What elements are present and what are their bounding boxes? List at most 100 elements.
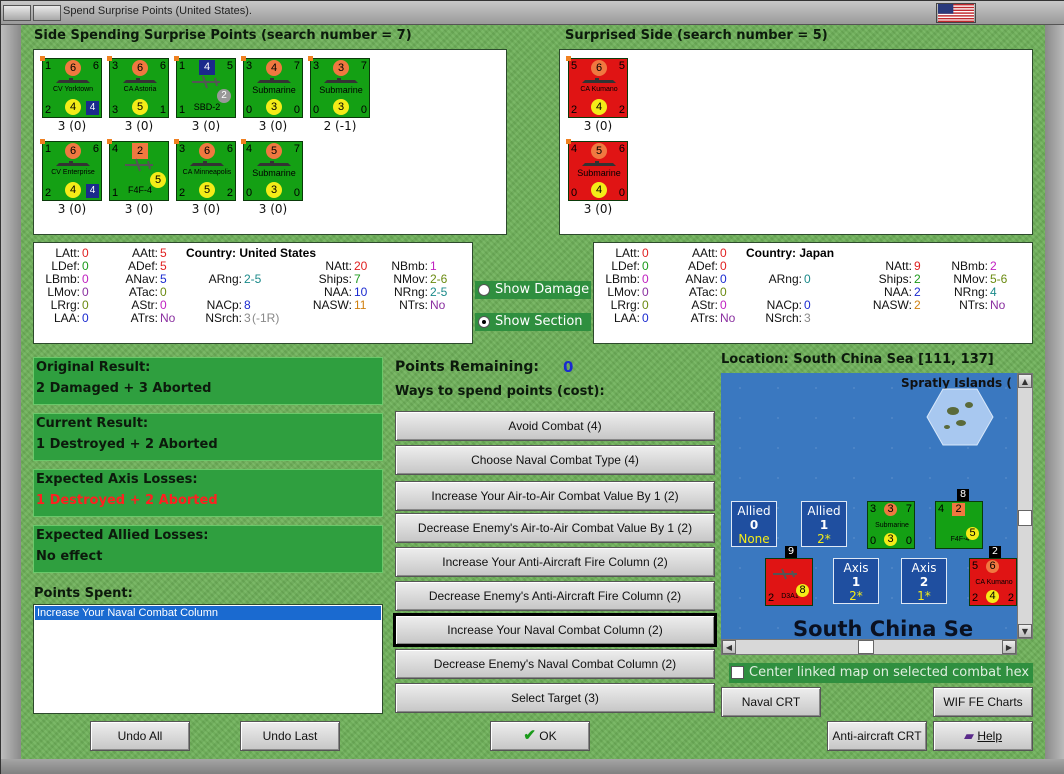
map-vertical-scrollbar[interactable]: ▲ ▼ — [1017, 373, 1033, 639]
spend-option-button[interactable]: Avoid Combat (4) — [395, 411, 715, 441]
spend-option-button[interactable]: Increase Your Naval Combat Column (2) — [393, 613, 717, 647]
counter-bottom-value: 4 — [591, 99, 607, 115]
counter-value: 2 — [768, 592, 775, 604]
allied-hex-status: None — [738, 532, 770, 546]
map-horizontal-scrollbar[interactable]: ◀ ▶ — [721, 639, 1017, 655]
current-result-value: 1 Destroyed + 2 Aborted — [36, 437, 218, 452]
counter-value: 5 — [966, 527, 979, 540]
counter-strength-badge: 2 — [217, 89, 231, 103]
show-section-radio[interactable] — [478, 316, 490, 328]
stat-label: NRng: — [393, 285, 428, 299]
counter-top-right: 7 — [293, 143, 300, 155]
map-f4f-counter[interactable]: 4 2 F4F-4 5 — [935, 501, 983, 549]
axis-hex-count: 1 — [851, 575, 861, 589]
stat-value: 20 — [354, 259, 368, 273]
plane-icon — [192, 75, 220, 89]
show-section-option[interactable]: Show Section — [475, 313, 591, 331]
spend-option-button[interactable]: Select Target (3) — [395, 683, 715, 713]
unit-counter[interactable]: 5 6 5 CA Kumano 2 4 2 — [568, 58, 628, 118]
counter-value: 0 — [905, 535, 912, 547]
unit-counter[interactable]: 1 4 5 SBD-2 1 2 — [176, 58, 236, 118]
stat-label: NACp: — [766, 298, 802, 312]
counter-bottom-left: 1 — [179, 104, 186, 116]
unit-counter[interactable]: 4 5 7 Submarine 0 3 0 — [243, 141, 303, 201]
counter-top-left: 1 — [45, 143, 52, 155]
counter-top-right: 6 — [618, 143, 625, 155]
stat-value: 2 — [990, 259, 997, 273]
horizontal-scroll-thumb[interactable] — [858, 640, 874, 654]
counter-bottom-left: 2 — [571, 104, 578, 116]
unit-counter[interactable]: 3 3 7 Submarine 0 3 0 — [310, 58, 370, 118]
stat-value: No — [160, 311, 176, 325]
points-spent-list[interactable]: Increase Your Naval Combat Column — [33, 604, 383, 714]
status-marker-icon — [174, 139, 179, 144]
center-link-option[interactable]: Center linked map on selected combat hex — [729, 663, 1033, 683]
wif-charts-button[interactable]: WIF FE Charts — [933, 687, 1033, 717]
stat-anav: ANav: 5 — [110, 272, 167, 286]
map-submarine-counter[interactable]: 3 3 7 Submarine 0 3 0 — [867, 501, 915, 549]
counter-bottom-right: 0 — [618, 187, 625, 199]
counter-bottom-left: 2 — [179, 187, 186, 199]
axis-hex-status: 1* — [917, 589, 931, 603]
counter-top-right: 6 — [92, 143, 99, 155]
counter-top-right: 6 — [159, 60, 166, 72]
unit-counter[interactable]: 3 6 6 CA Minneapolis 2 5 2 — [176, 141, 236, 201]
anti-aircraft-crt-button[interactable]: Anti-aircraft CRT — [827, 721, 927, 751]
help-button[interactable]: ▰ Help — [933, 721, 1033, 751]
spend-option-button[interactable]: Decrease Enemy's Anti-Aircraft Fire Colu… — [395, 581, 715, 611]
spend-option-button[interactable]: Increase Your Air-to-Air Combat Value By… — [395, 481, 715, 511]
counter-top-right: 6 — [92, 60, 99, 72]
scroll-left-button[interactable]: ◀ — [722, 640, 736, 654]
stat-value: 0 — [720, 259, 727, 273]
unit-counter[interactable]: 4 5 6 Submarine 0 4 0 — [568, 141, 628, 201]
show-damage-radio[interactable] — [478, 284, 490, 296]
points-spent-item[interactable]: Increase Your Naval Combat Column — [35, 606, 381, 620]
status-marker-icon — [107, 139, 112, 144]
status-marker-icon — [566, 139, 571, 144]
counter-value: 2 — [1007, 592, 1014, 604]
undo-all-button[interactable]: Undo All — [90, 721, 190, 751]
system-menu-button[interactable] — [3, 5, 31, 21]
spend-option-button[interactable]: Choose Naval Combat Type (4) — [395, 445, 715, 475]
counter-bottom-value: 3 — [266, 182, 282, 198]
unit-counter[interactable]: 1 6 6 CV Yorktown 2 4 4 — [42, 58, 102, 118]
counter-value: 2 — [952, 503, 965, 516]
stat-label: NTrs: — [399, 298, 428, 312]
spend-option-button[interactable]: Decrease Enemy's Air-to-Air Combat Value… — [395, 513, 715, 543]
scroll-down-button[interactable]: ▼ — [1018, 624, 1032, 638]
map-kumano-counter[interactable]: 5 6 CA Kumano 2 4 2 — [969, 558, 1017, 606]
minimize-button[interactable] — [33, 5, 61, 21]
current-result-title: Current Result: — [36, 416, 149, 431]
nsrch-note: (-1R) — [252, 311, 280, 325]
naval-crt-button[interactable]: Naval CRT — [721, 687, 821, 717]
counter-caption: 2 (-1) — [323, 119, 357, 133]
vertical-scroll-thumb[interactable] — [1018, 510, 1032, 526]
stat-label: AAtt: — [131, 246, 158, 260]
unit-counter[interactable]: 4 2 F4F-4 1 5 — [109, 141, 169, 201]
unit-counter[interactable]: 3 6 6 CA Astoria 3 5 1 — [109, 58, 169, 118]
allied-hex-info-2: Allied 1 2* — [801, 501, 847, 547]
spend-option-button[interactable]: Increase Your Anti-Aircraft Fire Column … — [395, 547, 715, 577]
map-d3a-counter[interactable]: D3A1 2 8 — [765, 558, 813, 606]
unit-counter[interactable]: 1 6 6 CV Enterprise 2 4 4 — [42, 141, 102, 201]
stat-value: 5 — [160, 272, 167, 286]
unit-counter[interactable]: 3 4 7 Submarine 0 3 0 — [243, 58, 303, 118]
stat-label: LRrg: — [50, 298, 80, 312]
show-damage-option[interactable]: Show Damage — [475, 281, 591, 299]
stat-latt: LAtt: 0 — [594, 246, 648, 260]
allied-losses-value: No effect — [36, 549, 103, 564]
spend-option-button[interactable]: Decrease Enemy's Naval Combat Column (2) — [395, 649, 715, 679]
dialog-window: Spend Surprise Points (United States). S… — [0, 0, 1064, 774]
undo-last-button[interactable]: Undo Last — [240, 721, 340, 751]
ok-button[interactable]: ✔ OK — [490, 721, 590, 751]
stat-label: NRng: — [953, 285, 988, 299]
center-link-checkbox[interactable] — [731, 666, 744, 679]
counter-bottom-value: 3 — [333, 99, 349, 115]
stat-value: 0 — [82, 272, 89, 286]
scroll-right-button[interactable]: ▶ — [1002, 640, 1016, 654]
help-button-label: Help — [977, 729, 1003, 743]
counter-top-left: 1 — [45, 60, 52, 72]
scroll-up-button[interactable]: ▲ — [1018, 374, 1032, 388]
counter-name: CA Kumano — [580, 86, 618, 93]
map-view[interactable]: Spratly Islands ( Allied 0 None Allied 1… — [721, 373, 1017, 639]
